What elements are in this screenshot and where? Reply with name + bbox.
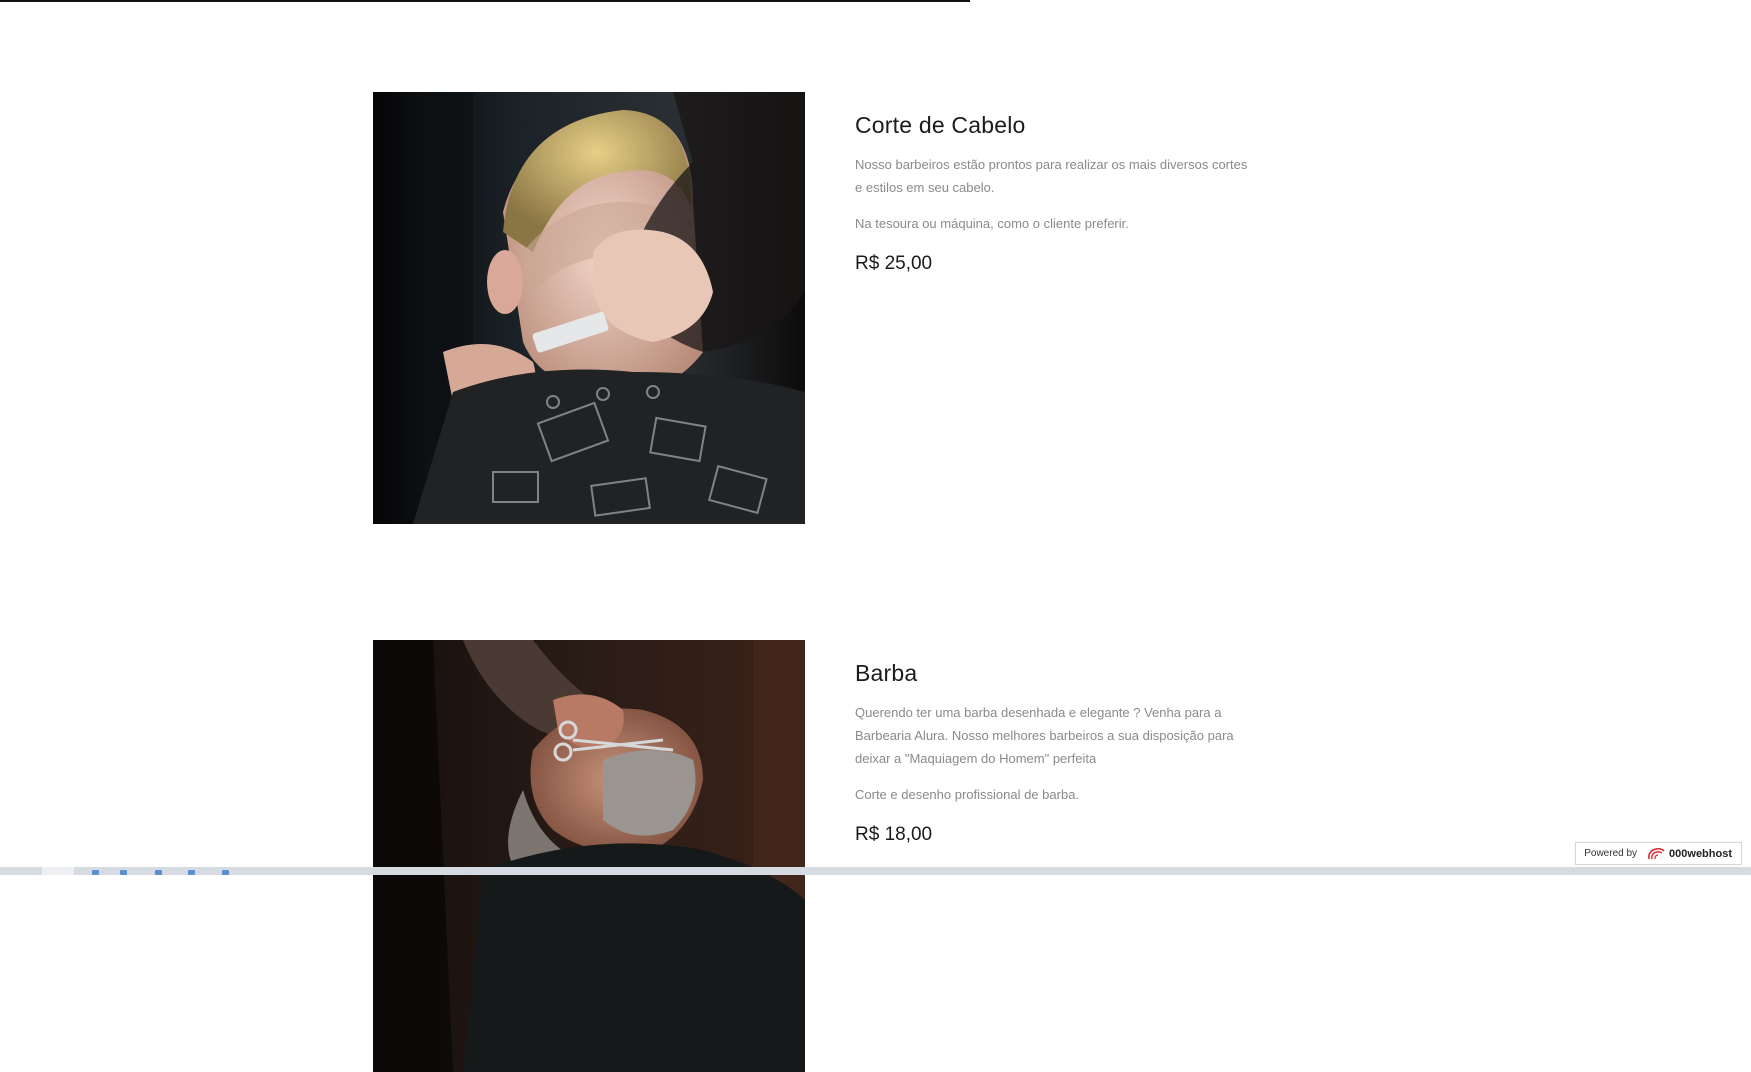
service-corte-de-cabelo: Corte de Cabelo Nosso barbeiros estão pr…: [373, 92, 1253, 524]
service-note: Na tesoura ou máquina, como o cliente pr…: [855, 212, 1253, 235]
taskbar-tab[interactable]: [42, 867, 74, 875]
taskbar-app-icon[interactable]: [188, 870, 195, 875]
service-note: Corte e desenho profissional de barba.: [855, 783, 1253, 806]
service-price: R$ 18,00: [855, 824, 1253, 846]
service-image-beard: [373, 640, 805, 1072]
service-price: R$ 25,00: [855, 253, 1253, 275]
service-description: Querendo ter uma barba desenhada e elega…: [855, 701, 1253, 770]
taskbar-app-icon[interactable]: [92, 870, 99, 875]
service-image-haircut: [373, 92, 805, 524]
service-info: Corte de Cabelo Nosso barbeiros estão pr…: [855, 92, 1253, 524]
brand-name: 000webhost: [1669, 848, 1732, 860]
taskbar-strip: [0, 867, 1751, 875]
haircut-photo: [373, 92, 805, 524]
service-title: Barba: [855, 660, 1253, 687]
taskbar-app-icon[interactable]: [120, 870, 127, 875]
powered-by-badge[interactable]: Powered by 000webhost: [1575, 842, 1742, 865]
service-info: Barba Querendo ter uma barba desenhada e…: [855, 640, 1253, 1072]
service-barba: Barba Querendo ter uma barba desenhada e…: [373, 640, 1253, 1072]
taskbar-app-icon[interactable]: [155, 870, 162, 875]
beard-photo: [373, 640, 805, 1072]
top-divider-line: [0, 0, 970, 2]
taskbar-app-icon[interactable]: [222, 870, 229, 875]
service-description: Nosso barbeiros estão prontos para reali…: [855, 153, 1253, 199]
000webhost-logo-icon: [1647, 847, 1665, 861]
powered-by-label: Powered by: [1584, 848, 1637, 859]
service-title: Corte de Cabelo: [855, 112, 1253, 139]
